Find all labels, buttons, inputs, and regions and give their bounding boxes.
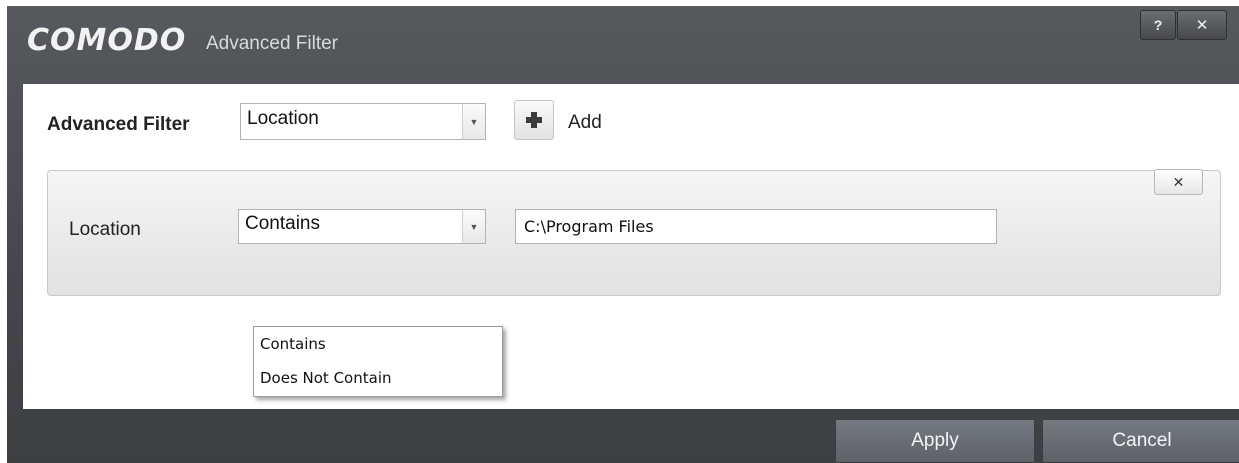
condition-field-label: Location xyxy=(69,219,141,240)
advanced-filter-dialog: COMODO Advanced Filter ? ✕ Advanced Filt… xyxy=(7,6,1239,463)
add-button[interactable] xyxy=(514,100,554,140)
add-label[interactable]: Add xyxy=(568,112,602,134)
condition-value-input[interactable] xyxy=(515,209,997,244)
operator-dropdown-list: Contains Does Not Contain xyxy=(253,326,503,397)
title-bar[interactable]: COMODO Advanced Filter ? ✕ xyxy=(7,6,1239,84)
chevron-down-icon[interactable]: ▼ xyxy=(462,104,485,139)
dialog-title: Advanced Filter xyxy=(206,33,339,54)
filter-condition-panel: ✕ Location Contains ▼ xyxy=(47,169,1221,296)
close-icon: ✕ xyxy=(1172,173,1185,190)
cancel-button[interactable]: Cancel xyxy=(1042,419,1239,463)
dropdown-option-contains[interactable]: Contains xyxy=(254,327,502,361)
comodo-logo: COMODO xyxy=(27,23,187,58)
dialog-content: Advanced Filter Location ▼ Add ✕ Locatio… xyxy=(23,84,1239,409)
help-icon: ? xyxy=(1153,17,1163,33)
close-icon: ✕ xyxy=(1195,17,1209,34)
filter-type-select[interactable]: Location ▼ xyxy=(240,103,486,140)
help-button[interactable]: ? xyxy=(1140,10,1176,40)
dropdown-option-does-not-contain[interactable]: Does Not Contain xyxy=(254,361,502,395)
apply-button[interactable]: Apply xyxy=(835,419,1035,463)
condition-operator-value: Contains xyxy=(245,213,320,234)
filter-type-value: Location xyxy=(247,108,319,129)
chevron-down-icon[interactable]: ▼ xyxy=(462,210,485,243)
condition-operator-select[interactable]: Contains ▼ xyxy=(238,209,486,244)
advanced-filter-label: Advanced Filter xyxy=(47,114,190,135)
remove-filter-button[interactable]: ✕ xyxy=(1154,169,1203,195)
close-button[interactable]: ✕ xyxy=(1177,10,1227,40)
plus-icon xyxy=(526,112,542,128)
